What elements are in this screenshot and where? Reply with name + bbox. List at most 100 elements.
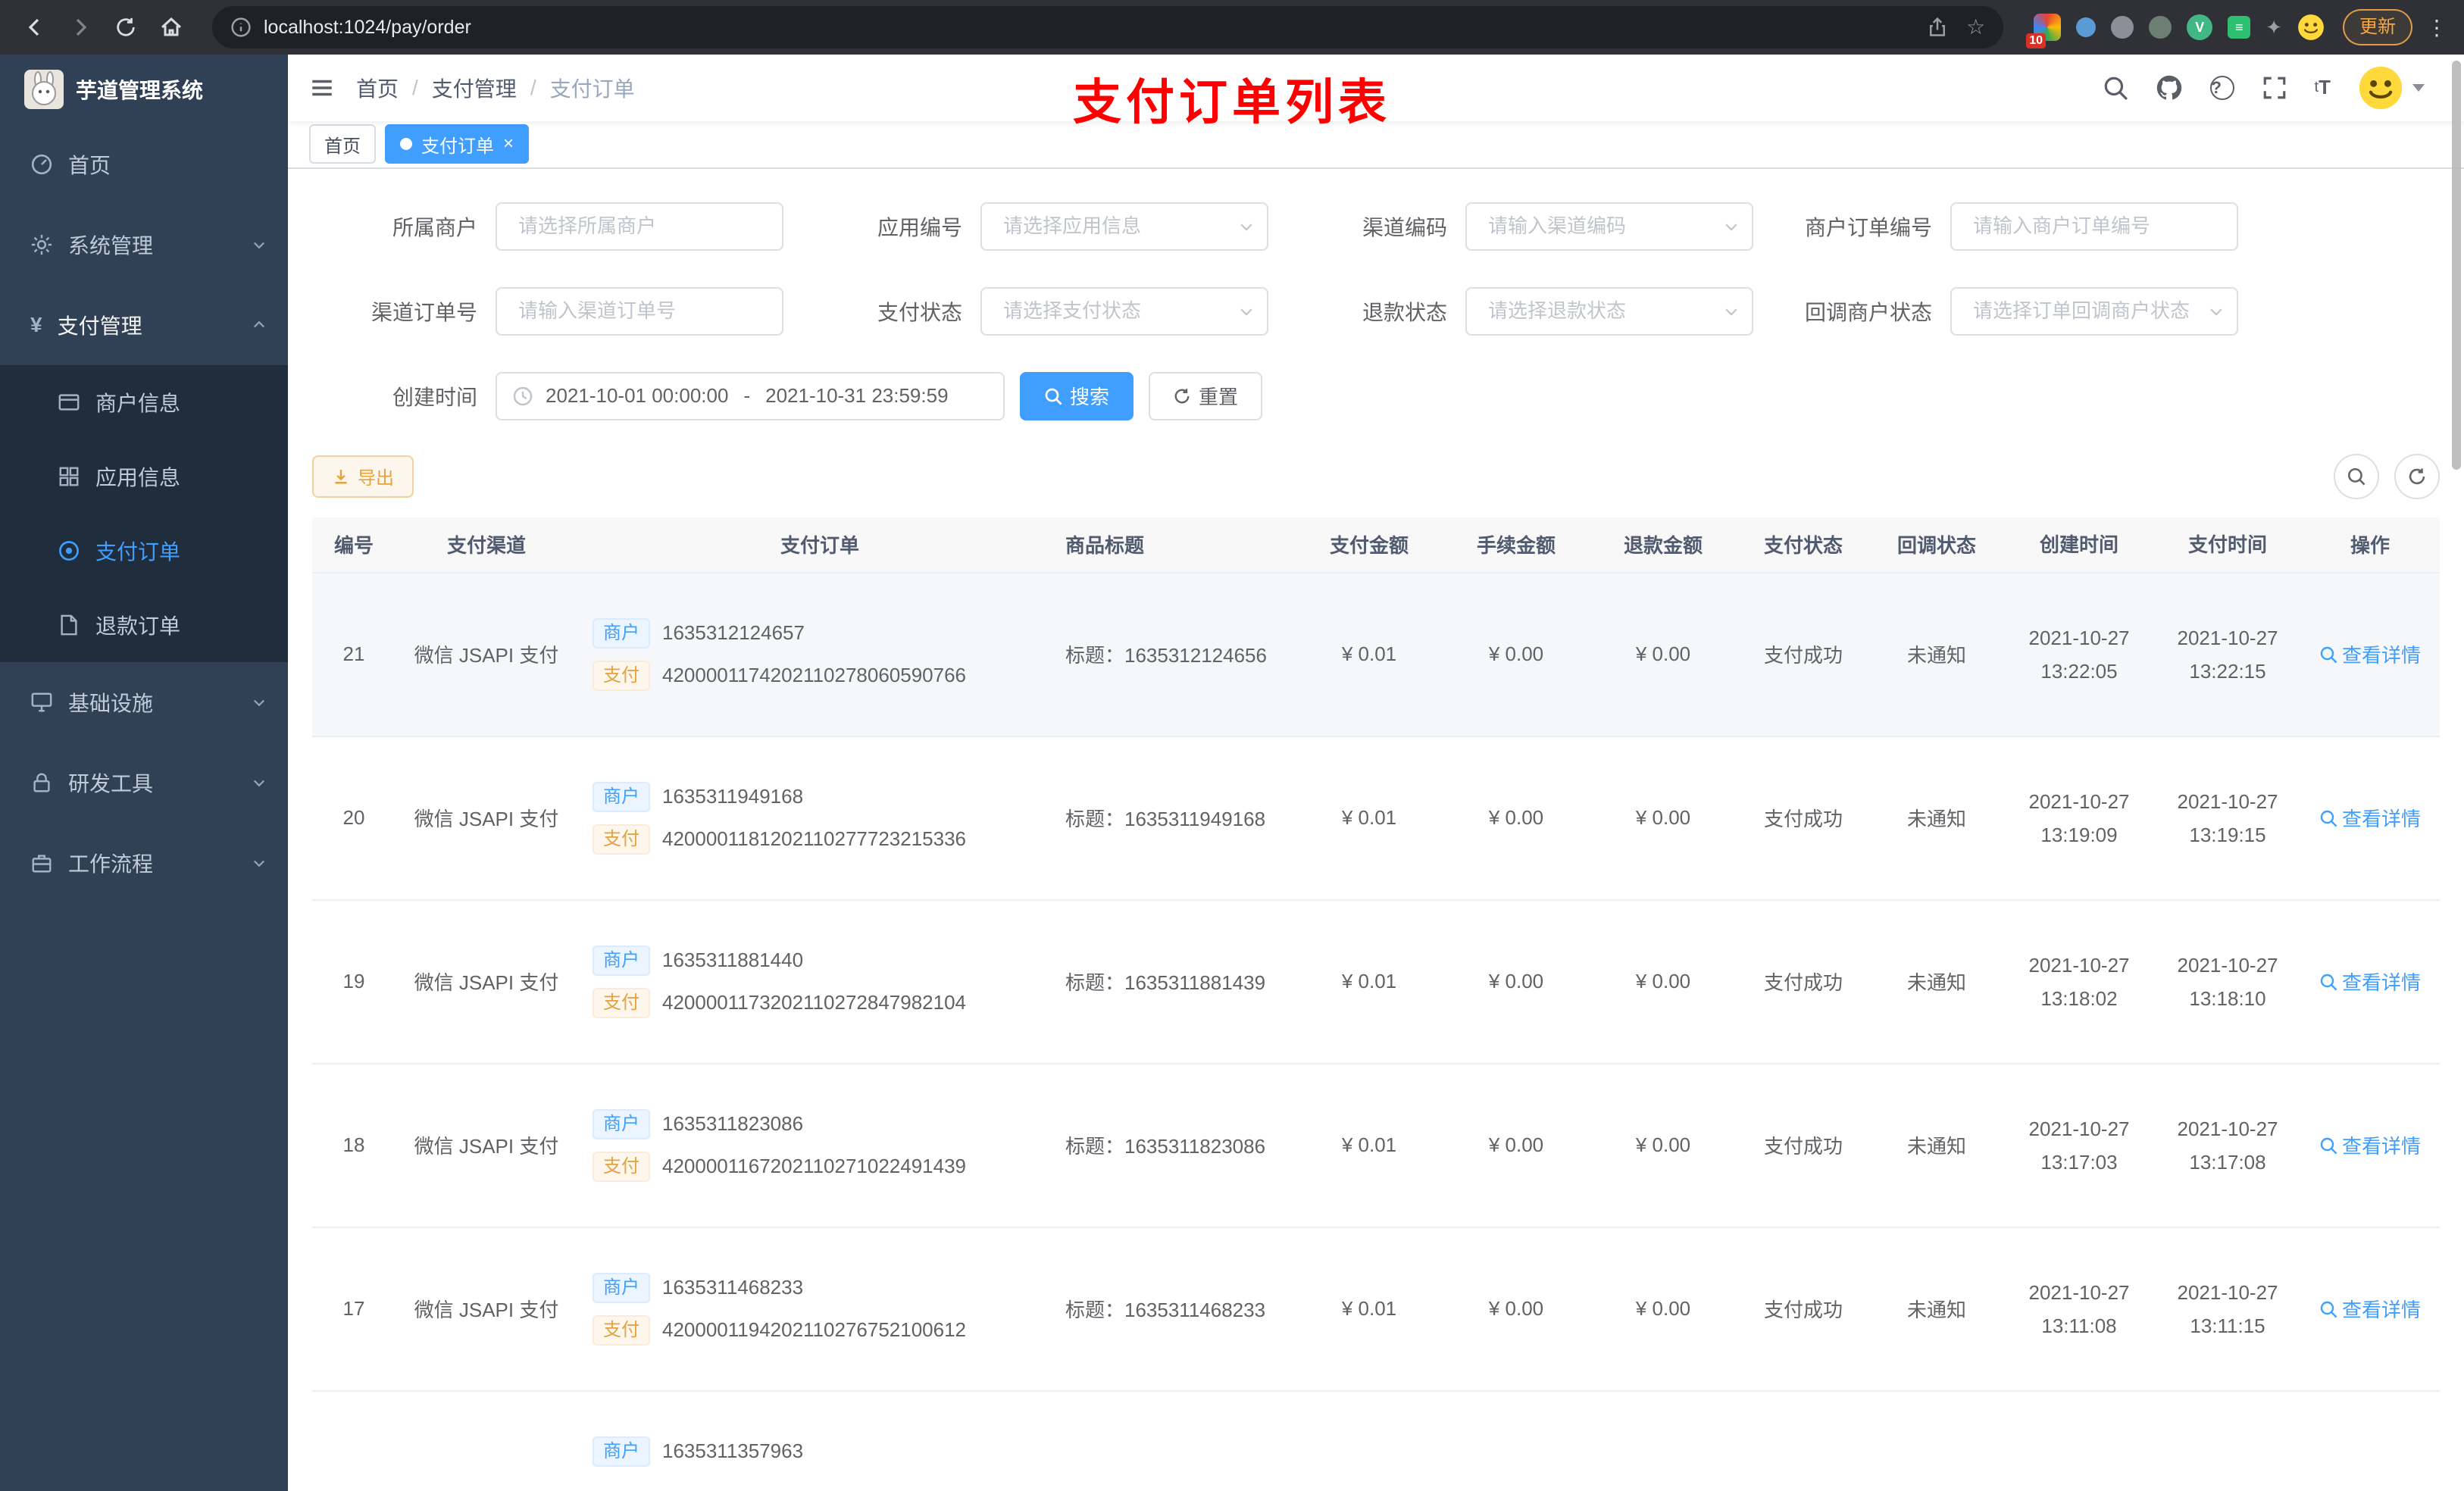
font-size-icon[interactable]: tT — [2315, 76, 2331, 99]
extension-green-icon[interactable]: ≡ — [2228, 16, 2251, 39]
filter-input[interactable] — [1970, 213, 2225, 240]
filter-input[interactable] — [1485, 213, 1724, 240]
filter-label: 渠道编码 — [1362, 215, 1447, 239]
cell-notify: 未通知 — [1906, 808, 1966, 831]
filter-field[interactable] — [496, 286, 783, 336]
extension-grey-icon[interactable] — [2111, 16, 2134, 39]
bookmark-star-icon[interactable]: ☆ — [1966, 17, 1985, 38]
reset-button[interactable]: 重置 — [1149, 371, 1263, 420]
app-logo[interactable]: 芋道管理系统 — [0, 55, 288, 124]
toggle-search-button[interactable] — [2334, 453, 2379, 499]
merchant-order-line: 商户 1635311357963 — [593, 1436, 803, 1467]
chrome-update-button[interactable]: 更新 — [2343, 9, 2412, 45]
vertical-scrollbar[interactable] — [2452, 61, 2461, 470]
breadcrumb-home[interactable]: 首页 — [356, 73, 399, 103]
view-detail-link[interactable]: 查看详情 — [2319, 804, 2421, 832]
address-bar[interactable]: localhost:1024/pay/order ☆ — [212, 6, 2004, 48]
gear-icon — [30, 233, 53, 256]
sidebar-item-app-info[interactable]: 应用信息 — [0, 439, 288, 514]
cell-pay-order: 商户 1635311881440 支付 42000011732021102728… — [577, 945, 1053, 1018]
filter-field[interactable] — [1465, 286, 1753, 336]
filter-label: 回调商户状态 — [1804, 300, 1932, 324]
github-icon[interactable] — [2156, 74, 2183, 102]
pay-badge: 支付 — [593, 824, 650, 855]
user-menu[interactable] — [2358, 65, 2425, 111]
vue-devtools-icon[interactable]: V — [2187, 14, 2213, 40]
cell-fee: ¥ 0.00 — [1488, 970, 1544, 993]
filter-label: 应用编号 — [877, 215, 962, 239]
close-icon[interactable]: × — [503, 135, 514, 153]
filter-row-1: 所属商户 应用编号 渠道编码 商户订单编号 — [349, 202, 2464, 251]
sidebar-item-infra[interactable]: 基础设施 — [0, 662, 288, 742]
clock-icon — [512, 386, 533, 407]
filter-field[interactable] — [496, 202, 783, 251]
table-row: 21 微信 JSAPI 支付 商户 1635312124657 支付 42000… — [312, 573, 2440, 737]
table-header-cell: 商品标题 — [1065, 534, 1145, 558]
sidebar-item-workflow[interactable]: 工作流程 — [0, 823, 288, 903]
sidebar-item-refund-order[interactable]: 退款订单 — [0, 588, 288, 662]
extension-olive-icon[interactable] — [2149, 16, 2172, 39]
filter-field[interactable] — [1950, 286, 2238, 336]
cell-fee: ¥ 0.00 — [1488, 1297, 1544, 1321]
search-icon[interactable] — [2103, 75, 2128, 101]
search-button[interactable]: 搜索 — [1020, 371, 1134, 420]
refresh-button[interactable] — [2394, 453, 2440, 499]
browser-reload-button[interactable] — [106, 8, 145, 47]
site-info-icon[interactable] — [230, 17, 252, 38]
filter-field[interactable] — [1950, 202, 2238, 251]
view-detail-link[interactable]: 查看详情 — [2319, 967, 2421, 996]
create-time-range-picker[interactable]: 2021-10-01 00:00:00 - 2021-10-31 23:59:5… — [496, 371, 1005, 420]
browser-menu-icon[interactable]: ⋮ — [2425, 15, 2449, 40]
browser-forward-button[interactable] — [61, 8, 100, 47]
cell-pay-time: 2021-10-27 13:18:10 — [2177, 953, 2278, 1010]
sidebar-item-merchant-info[interactable]: 商户信息 — [0, 365, 288, 439]
filter-input[interactable] — [1000, 298, 1239, 325]
sidebar-item-system[interactable]: 系统管理 — [0, 205, 288, 285]
filter-field[interactable] — [1465, 202, 1753, 251]
sidebar-item-pay-order[interactable]: 支付订单 — [0, 514, 288, 588]
filter-input[interactable] — [515, 213, 770, 240]
filter-field[interactable] — [980, 286, 1268, 336]
sidebar-item-dev-tools[interactable]: 研发工具 — [0, 742, 288, 823]
browser-home-button[interactable] — [152, 8, 191, 47]
extension-pinwheel-icon[interactable]: ✦ — [2265, 17, 2282, 37]
filter-field[interactable] — [980, 202, 1268, 251]
extension-emoji-icon[interactable] — [2297, 14, 2325, 41]
browser-back-button[interactable] — [15, 8, 55, 47]
sidebar-item-home[interactable]: 首页 — [0, 124, 288, 205]
fullscreen-icon[interactable] — [2262, 75, 2287, 101]
view-detail-link[interactable]: 查看详情 — [2319, 640, 2421, 668]
filter-item: 渠道编码 — [1318, 202, 1803, 251]
filter-input[interactable] — [515, 298, 770, 325]
cell-pay-order: 商户 1635311357963 支付 — [577, 1436, 1053, 1491]
view-detail-link[interactable]: 查看详情 — [2319, 1131, 2421, 1159]
channel-order-no: 4200001174202110278060590766 — [662, 664, 967, 687]
view-detail-link[interactable]: 查看详情 — [2319, 1295, 2421, 1323]
channel-order-no: 4200001173202110272847982104 — [662, 991, 967, 1014]
sidebar-toggle-icon[interactable] — [288, 75, 356, 101]
cell-action: 查看详情 — [2300, 640, 2440, 668]
create-time-label: 创建时间 — [392, 385, 477, 409]
extension-blue-icon[interactable] — [2076, 17, 2097, 37]
merchant-badge: 商户 — [593, 781, 650, 812]
filter-input[interactable] — [1970, 298, 2209, 325]
export-button[interactable]: 导出 — [312, 455, 414, 498]
breadcrumb: 首页 / 支付管理 / 支付订单 — [356, 73, 635, 103]
filter-input[interactable] — [1000, 213, 1239, 240]
tag-pay-order[interactable]: 支付订单 × — [385, 124, 530, 164]
caret-down-icon — [2412, 83, 2425, 92]
filter-input[interactable] — [1485, 298, 1724, 325]
share-icon[interactable] — [1927, 17, 1948, 38]
tag-home[interactable]: 首页 — [309, 124, 376, 164]
cell-create-time: 2021-10-27 13:11:08 — [2028, 1280, 2130, 1337]
cell-status: 支付成功 — [1763, 1135, 1843, 1158]
filter-row-2: 渠道订单号 支付状态 退款状态 回调商户状态 — [349, 286, 2464, 336]
sidebar-item-payment[interactable]: ¥ 支付管理 — [0, 285, 288, 365]
help-icon[interactable]: ? — [2209, 75, 2234, 100]
breadcrumb-payment[interactable]: 支付管理 — [432, 73, 517, 103]
card-icon — [58, 391, 80, 414]
merchant-order-line: 商户 1635311881440 — [593, 945, 803, 976]
extensions-puzzle-icon[interactable]: 10 — [2026, 14, 2062, 48]
cell-action: 查看详情 — [2300, 804, 2440, 832]
channel-order-no: 4200001181202110277723215336 — [662, 827, 967, 851]
